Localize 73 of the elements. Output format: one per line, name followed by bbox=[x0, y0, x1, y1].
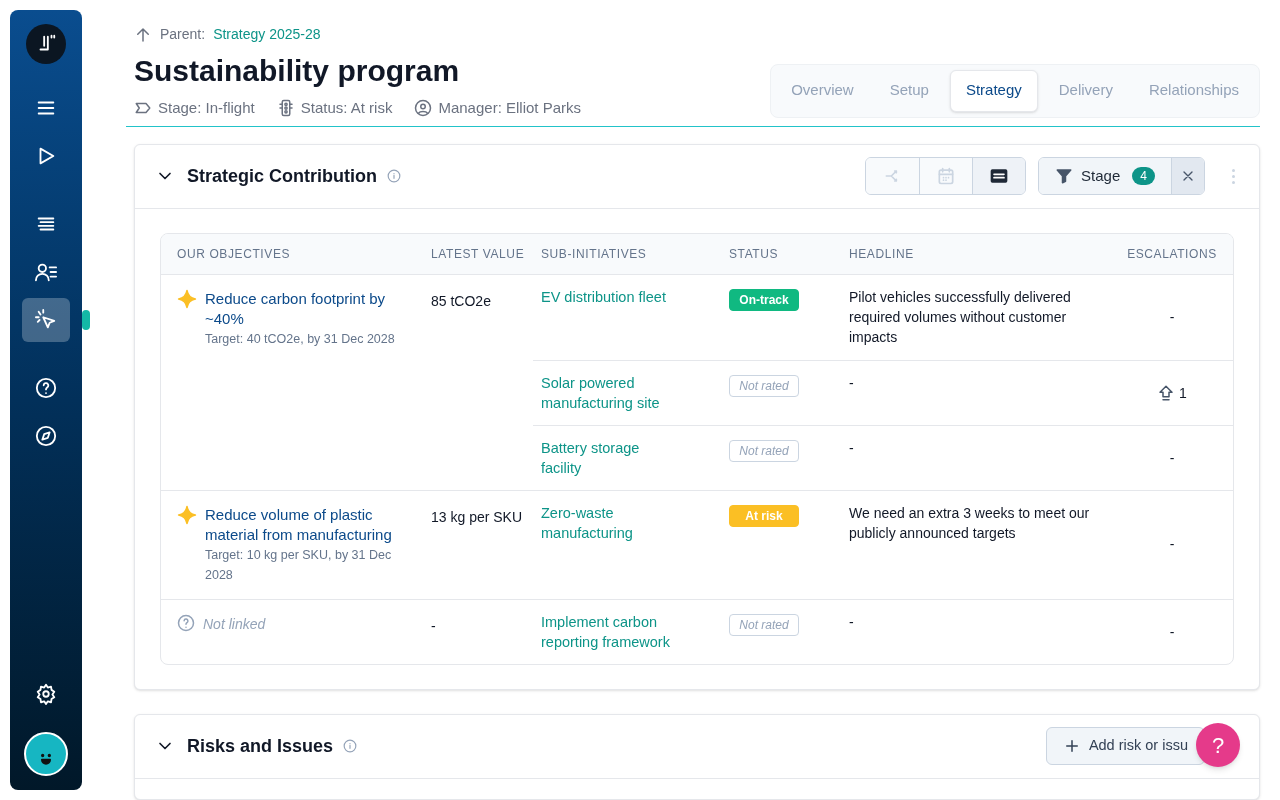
tab[interactable]: Setup bbox=[874, 69, 944, 112]
latest-value: 85 tCO2e bbox=[431, 292, 491, 309]
section-title: Risks and Issues bbox=[187, 734, 334, 758]
column-header: LATEST VALUE bbox=[430, 245, 526, 263]
escalation-count: - bbox=[1169, 534, 1175, 554]
column-header: ESCALATIONS bbox=[1126, 245, 1218, 263]
meta-text: Manager: Elliot Parks bbox=[438, 98, 581, 118]
status-badge: At risk bbox=[729, 504, 799, 527]
info-icon bbox=[343, 739, 358, 753]
target-text: Target: 10 kg per SKU, by 31 Dec 2028 bbox=[205, 546, 393, 584]
status-badge: Not rated bbox=[729, 613, 799, 636]
escalation-count: - bbox=[1169, 622, 1175, 642]
tab[interactable]: Delivery bbox=[1043, 69, 1128, 112]
headline-text: - bbox=[849, 612, 855, 632]
sub-initiative-link[interactable]: Zero-waste manufacturing bbox=[541, 502, 681, 543]
settings-icon bbox=[35, 683, 57, 705]
target-text: Target: 40 tCO2e, by 31 Dec 2028 bbox=[205, 330, 396, 348]
status-badge: Not rated bbox=[729, 439, 799, 462]
compass-icon bbox=[35, 425, 57, 447]
funnel-icon bbox=[1055, 167, 1074, 185]
info-icon bbox=[387, 169, 401, 183]
parent-link[interactable]: Strategy 2025-28 bbox=[213, 24, 321, 45]
tab[interactable]: Relationships bbox=[1133, 69, 1254, 112]
sparkle-icon bbox=[177, 288, 197, 309]
page-title: Sustainability program bbox=[134, 53, 461, 89]
escalation-arrow-icon bbox=[1157, 383, 1176, 402]
person-list-icon bbox=[35, 261, 57, 283]
headline-text: We need an extra 3 weeks to meet our publicly announced targets bbox=[849, 503, 1091, 543]
section-title: Strategic Contribution bbox=[187, 164, 377, 188]
not-linked-text: Not linked bbox=[203, 614, 266, 634]
table-icon bbox=[989, 166, 1010, 186]
count-badge: 4 bbox=[1132, 167, 1155, 185]
latest-value: - bbox=[431, 617, 436, 634]
headline-text: - bbox=[849, 438, 855, 458]
help-icon bbox=[177, 613, 195, 632]
escalation-count: - bbox=[1169, 308, 1175, 327]
traffic-light-icon bbox=[276, 99, 295, 118]
more-vertical-icon bbox=[1231, 168, 1235, 184]
help-icon bbox=[35, 377, 57, 399]
parent-label: Parent: bbox=[160, 25, 206, 44]
status-badge: On-track bbox=[729, 288, 799, 311]
status-badge: Not rated bbox=[729, 374, 799, 397]
objective-link[interactable]: Reduce volume of plastic material from manufacturing bbox=[205, 504, 411, 545]
headline-text: - bbox=[849, 373, 855, 393]
sub-initiative-link[interactable]: Battery storage facility bbox=[541, 437, 681, 478]
arrow-up-icon bbox=[134, 25, 152, 44]
column-header: HEADLINE bbox=[848, 245, 915, 263]
view-toggle-button[interactable] bbox=[866, 158, 920, 194]
sub-initiative-link[interactable]: Implement carbon reporting framework bbox=[541, 611, 681, 652]
add-risk-button[interactable]: Add risk or issu bbox=[1045, 727, 1205, 765]
latest-value: 13 kg per SKU bbox=[431, 508, 523, 525]
view-toggle-button[interactable] bbox=[972, 158, 1026, 194]
calendar-icon bbox=[936, 166, 957, 186]
active-indicator bbox=[82, 310, 90, 330]
objective-link[interactable]: Reduce carbon footprint by ~40% bbox=[205, 288, 411, 329]
sub-initiative-link[interactable]: EV distribution fleet bbox=[541, 286, 681, 307]
column-header: OUR OBJECTIVES bbox=[176, 245, 292, 263]
avatar[interactable] bbox=[24, 732, 68, 776]
headline-text: Pilot vehicles successfully delivered required volumes without customer impacts bbox=[849, 287, 1072, 347]
escalation-count: - bbox=[1169, 448, 1175, 468]
sub-initiative-link[interactable]: Solar powered manufacturing site bbox=[541, 372, 681, 413]
escalation-count: 1 bbox=[1179, 383, 1187, 403]
filter-button[interactable]: Stage 4 bbox=[1039, 158, 1171, 194]
app-logo[interactable] bbox=[26, 24, 66, 64]
column-header: STATUS bbox=[728, 245, 780, 263]
column-header: SUB-INITIATIVES bbox=[540, 245, 648, 263]
pointer-click-icon bbox=[35, 309, 57, 331]
sparkle-icon bbox=[177, 504, 197, 525]
view-toggle-button[interactable] bbox=[919, 158, 973, 194]
tab[interactable]: Strategy bbox=[949, 69, 1038, 112]
meta-text: Stage: In-flight bbox=[158, 98, 255, 118]
tab[interactable]: Overview bbox=[776, 69, 869, 112]
meta-text: Status: At risk bbox=[300, 98, 393, 118]
